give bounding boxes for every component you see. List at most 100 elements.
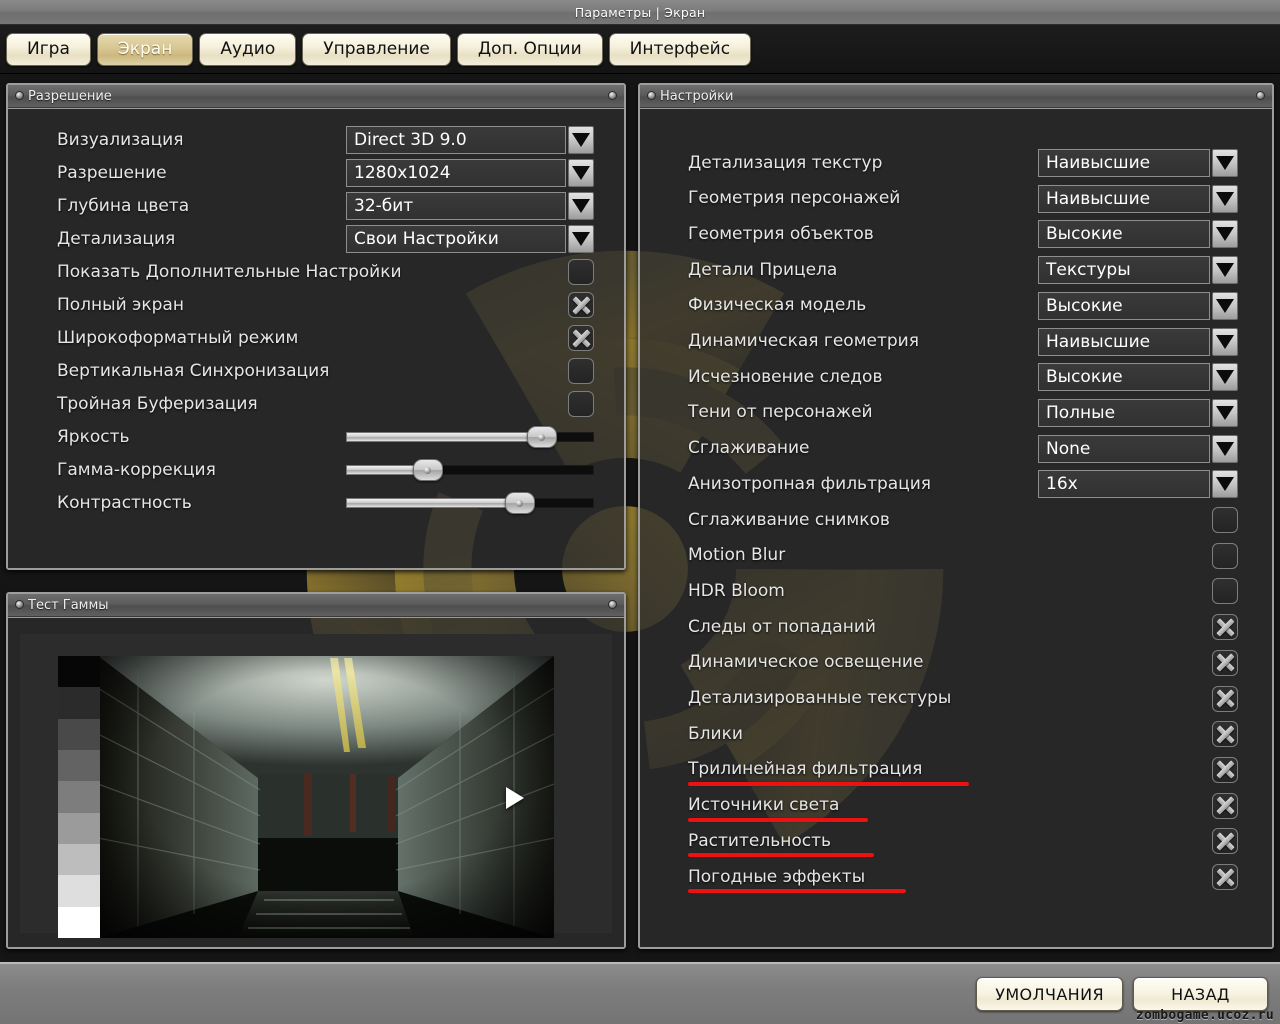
chevron-down-icon[interactable] xyxy=(1212,291,1238,320)
setting-label: Детали Прицела xyxy=(688,259,838,280)
dropdown[interactable]: None xyxy=(1038,434,1238,463)
chevron-down-icon[interactable] xyxy=(1212,363,1238,392)
dropdown[interactable]: 16x xyxy=(1038,470,1238,499)
dropdown[interactable]: Высокие xyxy=(1038,363,1238,392)
setting-row: Полный экран xyxy=(8,288,624,321)
checkbox[interactable] xyxy=(568,391,594,417)
checkbox[interactable] xyxy=(1212,792,1238,819)
tab-4[interactable]: Доп. Опции xyxy=(456,32,603,66)
window-title: Параметры | Экран xyxy=(574,4,706,20)
slider-handle[interactable] xyxy=(526,426,557,448)
setting-label: Геометрия объектов xyxy=(688,223,874,244)
slider-handle[interactable] xyxy=(412,459,443,481)
setting-row: Глубина цвета 32-бит xyxy=(8,189,624,222)
settings-panel: Настройки Детализация текстур Наивысшие Ге… xyxy=(638,83,1274,949)
setting-row: Детализация текстур Наивысшие xyxy=(640,146,1272,179)
chevron-down-icon[interactable] xyxy=(1212,434,1238,463)
setting-label: Motion Blur xyxy=(688,545,786,566)
resolution-panel: Разрешение Визуализация Direct 3D 9.0 Разр… xyxy=(6,83,626,570)
footer-bar: УМОЛЧАНИЯ НАЗАД zombogame.ucoz.ru xyxy=(0,962,1280,1024)
dropdown[interactable]: Высокие xyxy=(1038,291,1238,320)
setting-label: Детализация текстур xyxy=(688,152,883,173)
gamma-ramp-step xyxy=(58,781,100,813)
checkbox[interactable] xyxy=(568,358,594,384)
chevron-down-icon[interactable] xyxy=(568,126,594,154)
chevron-down-icon[interactable] xyxy=(1212,398,1238,427)
checkbox[interactable] xyxy=(1212,721,1238,748)
dropdown-value: Direct 3D 9.0 xyxy=(346,126,566,154)
chevron-down-icon[interactable] xyxy=(568,192,594,220)
slider[interactable] xyxy=(346,492,594,514)
setting-row: Блики xyxy=(640,717,1272,750)
dropdown[interactable]: Наивысшие xyxy=(1038,149,1238,177)
tab-2[interactable]: Аудио xyxy=(199,32,297,66)
dropdown[interactable]: Свои Настройки xyxy=(346,225,594,253)
dropdown-value: 1280x1024 xyxy=(346,159,566,187)
checkbox[interactable] xyxy=(1212,542,1238,569)
checkbox[interactable] xyxy=(1212,756,1238,783)
chevron-down-icon[interactable] xyxy=(1212,256,1238,285)
setting-row: Трилинейная фильтрация xyxy=(640,753,1272,786)
checkbox[interactable] xyxy=(1212,578,1238,605)
setting-row: Динамическая геометрия Наивысшие xyxy=(640,325,1272,358)
dropdown[interactable]: Direct 3D 9.0 xyxy=(346,126,594,154)
gamma-ramp-step xyxy=(58,843,100,876)
chevron-down-icon[interactable] xyxy=(1212,149,1238,177)
setting-label: Контрастность xyxy=(57,492,192,513)
tab-1[interactable]: Экран xyxy=(96,32,194,66)
setting-label: Растительность xyxy=(688,830,831,851)
slider[interactable] xyxy=(346,426,594,448)
setting-row: Визуализация Direct 3D 9.0 xyxy=(8,123,624,156)
chevron-down-icon[interactable] xyxy=(1212,184,1238,213)
setting-row: Детали Прицела Текстуры xyxy=(640,253,1272,286)
dropdown-value: Высокие xyxy=(1038,220,1210,249)
checkbox[interactable] xyxy=(568,325,594,351)
checkbox[interactable] xyxy=(1212,828,1238,855)
setting-row: HDR Bloom xyxy=(640,574,1272,607)
checkbox[interactable] xyxy=(1212,649,1238,676)
mouse-cursor-icon xyxy=(506,787,524,809)
checkbox[interactable] xyxy=(1212,864,1238,890)
checkbox[interactable] xyxy=(568,259,594,285)
chevron-down-icon[interactable] xyxy=(568,159,594,187)
setting-row: Гамма-коррекция xyxy=(8,453,624,486)
pin-icon xyxy=(15,91,24,100)
checkbox[interactable] xyxy=(1212,507,1238,533)
dropdown[interactable]: Наивысшие xyxy=(1038,327,1238,356)
gamma-ramp-step xyxy=(58,656,100,688)
gamma-ramp-step xyxy=(58,812,100,844)
chevron-down-icon[interactable] xyxy=(1212,327,1238,356)
chevron-down-icon[interactable] xyxy=(568,225,594,253)
dropdown[interactable]: 1280x1024 xyxy=(346,159,594,187)
pin-icon xyxy=(608,600,617,609)
dropdown[interactable]: Текстуры xyxy=(1038,256,1238,285)
dropdown-value: 16x xyxy=(1038,470,1210,499)
dropdown-value: None xyxy=(1038,434,1210,463)
setting-row: Разрешение 1280x1024 xyxy=(8,156,624,189)
dropdown[interactable]: 32-бит xyxy=(346,192,594,220)
tab-3[interactable]: Управление xyxy=(302,32,451,66)
tab-0[interactable]: Игра xyxy=(6,32,91,66)
dropdown[interactable]: Наивысшие xyxy=(1038,184,1238,213)
tab-5[interactable]: Интерфейс xyxy=(608,32,752,66)
gamma-test-titlebar: Тест Гаммы xyxy=(8,594,624,617)
checkbox[interactable] xyxy=(1212,614,1238,641)
dropdown[interactable]: Полные xyxy=(1038,398,1238,427)
chevron-down-icon[interactable] xyxy=(1212,220,1238,249)
checkbox[interactable] xyxy=(1212,685,1238,712)
pin-icon xyxy=(1256,91,1265,100)
setting-row: Детализированные текстуры xyxy=(640,682,1272,715)
back-button[interactable]: НАЗАД xyxy=(1133,977,1268,1011)
chevron-down-icon[interactable] xyxy=(1212,470,1238,499)
checkbox[interactable] xyxy=(568,292,594,318)
slider-handle[interactable] xyxy=(504,492,535,514)
slider[interactable] xyxy=(346,459,594,481)
dropdown[interactable]: Высокие xyxy=(1038,220,1238,249)
dropdown-value: 32-бит xyxy=(346,192,566,220)
setting-label: Показать Дополнительные Настройки xyxy=(57,261,402,282)
dropdown-value: Наивысшие xyxy=(1038,327,1210,356)
gamma-test-body xyxy=(8,617,624,947)
setting-row: Следы от попаданий xyxy=(640,610,1272,643)
defaults-button[interactable]: УМОЛЧАНИЯ xyxy=(976,977,1123,1011)
setting-label: Источники света xyxy=(688,795,840,816)
